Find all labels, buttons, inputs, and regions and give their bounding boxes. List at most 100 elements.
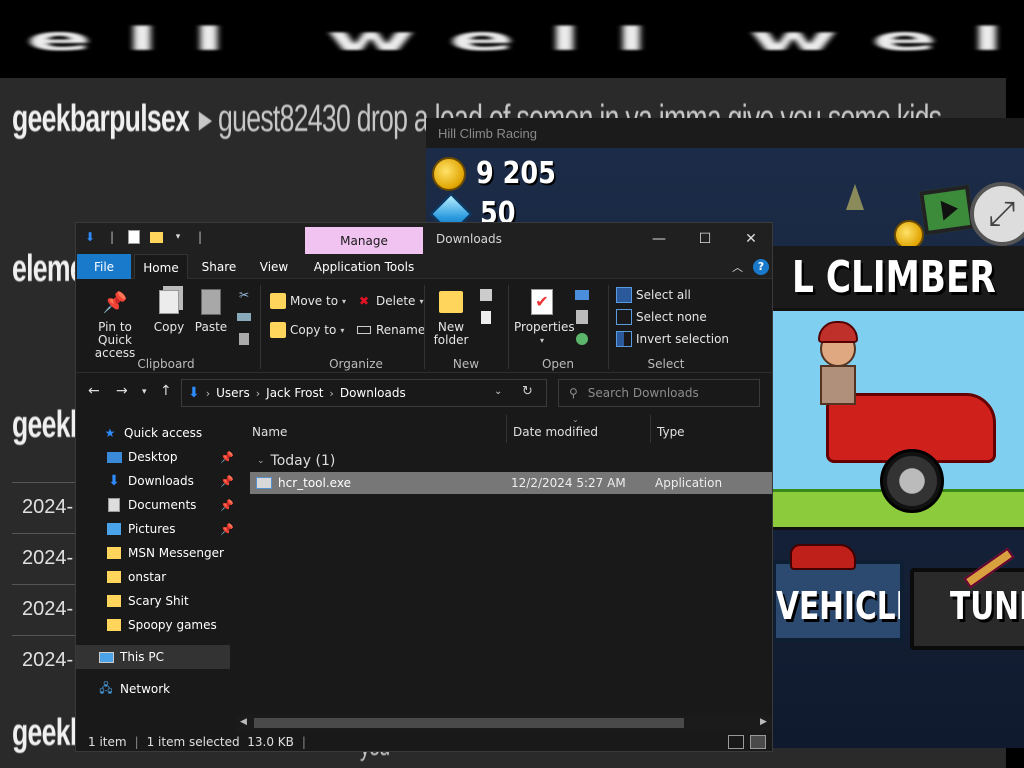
nav-item-documents[interactable]: Documents 📌 (76, 493, 236, 517)
scroll-left-icon[interactable]: ◀ (240, 717, 247, 727)
properties-button[interactable]: ✔ Properties ▾ (514, 287, 575, 347)
copy-path-icon[interactable] (236, 309, 252, 325)
nav-item-scary-shit[interactable]: Scary Shit (76, 589, 236, 613)
select-none-button[interactable]: Select none (616, 309, 707, 325)
maximize-button[interactable]: ☐ (682, 223, 728, 254)
fullscreen-button[interactable]: ⤢ (970, 182, 1024, 246)
properties-icon[interactable] (126, 229, 142, 245)
move-to-button[interactable]: Move to ▾ (270, 293, 346, 309)
nav-quick-access[interactable]: ★ Quick access (76, 421, 236, 445)
new-folder-icon[interactable] (148, 229, 164, 245)
column-type[interactable]: Type (657, 419, 685, 443)
new-folder-button[interactable]: New folder (428, 287, 474, 347)
nav-item-onstar[interactable]: onstar (76, 565, 236, 589)
pin-icon[interactable]: 📌 (220, 475, 234, 488)
pin-icon[interactable]: 📌 (220, 499, 234, 512)
invert-selection-button[interactable]: Invert selection (616, 331, 729, 347)
file-list: Name ⌄ Date modified Type ⌄ Today (1) hc… (236, 415, 772, 715)
rename-button[interactable]: Rename (356, 322, 425, 338)
open-icon[interactable] (574, 287, 590, 303)
recent-locations-icon[interactable]: ▾ (142, 387, 147, 397)
history-icon[interactable] (574, 331, 590, 347)
pin-icon[interactable]: 📌 (220, 523, 234, 536)
paste-button[interactable]: Paste (194, 287, 228, 334)
vehicle-title: L CLIMBER (792, 252, 996, 303)
vehicle-preview (772, 308, 1024, 530)
paste-shortcut-icon[interactable] (236, 331, 252, 347)
delete-button[interactable]: ✖ Delete ▾ (356, 293, 423, 309)
easy-access-icon[interactable] (478, 309, 494, 325)
forward-arrow-icon[interactable]: → (116, 383, 128, 399)
scrollbar-thumb[interactable] (254, 718, 684, 728)
address-bar[interactable]: ⬇ › Users › Jack Frost › Downloads (181, 379, 547, 407)
back-arrow-icon[interactable]: ← (88, 383, 100, 399)
nav-network[interactable]: 🖧 Network (76, 677, 236, 701)
close-button[interactable]: ✕ (728, 223, 772, 254)
large-icons-view-icon[interactable] (750, 735, 766, 749)
nav-this-pc[interactable]: This PC (76, 645, 230, 669)
tab-view[interactable]: View (252, 254, 296, 279)
chevron-down-icon[interactable]: ⌄ (494, 386, 502, 397)
video-reward-icon[interactable] (919, 184, 975, 236)
select-group-label: Select (647, 357, 685, 371)
help-icon[interactable]: ? (753, 259, 769, 275)
item-count: 1 item (88, 735, 127, 749)
coin-counter: 9 205 (432, 156, 570, 191)
horizontal-scrollbar[interactable]: ◀ ▶ (236, 715, 772, 731)
edit-icon[interactable] (574, 309, 590, 325)
nav-item-pictures[interactable]: Pictures 📌 (76, 517, 236, 541)
select-all-button[interactable]: Select all (616, 287, 691, 303)
nav-item-msn-messenger[interactable]: MSN Messenger (76, 541, 236, 565)
pictures-icon (106, 521, 122, 537)
tab-share[interactable]: Share (194, 254, 244, 279)
tab-application-tools[interactable]: Application Tools (308, 254, 420, 279)
minimize-button[interactable]: — (636, 223, 682, 254)
folder-icon (106, 569, 122, 585)
scroll-right-icon[interactable]: ▶ (760, 717, 767, 727)
nav-item-downloads[interactable]: ⬇ Downloads 📌 (76, 469, 236, 493)
new-item-icon[interactable] (478, 287, 494, 303)
up-arrow-icon[interactable]: ↑ (160, 383, 172, 399)
title-bar[interactable]: ⬇ | ▾ | Manage Downloads — ☐ ✕ (76, 223, 772, 254)
move-to-icon (270, 293, 286, 309)
open-group-label: Open (541, 357, 575, 371)
group-header[interactable]: ⌄ Today (1) (257, 453, 335, 469)
copy-to-button[interactable]: Copy to ▾ (270, 322, 344, 338)
chevron-up-icon[interactable]: ︿ (732, 259, 743, 275)
tab-manage[interactable]: Manage (305, 227, 423, 254)
nav-item-spoopy-games[interactable]: Spoopy games (76, 613, 236, 637)
pin-to-quick-access-button[interactable]: 📌 Pin to Quick access (82, 287, 148, 360)
column-date-modified[interactable]: Date modified (513, 419, 598, 443)
details-view-icon[interactable] (728, 735, 744, 749)
downloads-icon: ⬇ (108, 473, 120, 489)
quick-access-toolbar: ⬇ | ▾ | (82, 229, 208, 245)
pin-icon[interactable]: 📌 (220, 451, 234, 464)
star-icon: ★ (104, 426, 116, 440)
wheel-icon (880, 449, 944, 513)
file-name: hcr_tool.exe (278, 476, 351, 490)
copy-button[interactable]: Copy (152, 287, 186, 334)
down-arrow-icon[interactable]: ⬇ (82, 229, 98, 245)
nav-item-desktop[interactable]: Desktop 📌 (76, 445, 236, 469)
clipboard-icon (196, 287, 226, 317)
folder-icon (106, 593, 122, 609)
tab-file[interactable]: File (77, 254, 131, 279)
ribbon-tabs: File Home Share View Application Tools ︿… (76, 254, 772, 279)
breadcrumb-jack-frost[interactable]: Jack Frost (266, 386, 323, 400)
customize-toolbar-icon[interactable]: ▾ (170, 229, 186, 245)
column-name[interactable]: Name (252, 419, 287, 443)
vehicle-button[interactable]: VEHICLE (772, 560, 904, 642)
breadcrumb-users[interactable]: Users (216, 386, 250, 400)
pin-icon: 📌 (102, 289, 128, 314)
refresh-icon[interactable]: ↻ (522, 384, 533, 399)
cut-icon[interactable]: ✂ (236, 287, 252, 303)
file-explorer-window[interactable]: ⬇ | ▾ | Manage Downloads — ☐ ✕ File Home… (75, 222, 773, 752)
search-input[interactable]: ⚲ Search Downloads (558, 379, 760, 407)
table-row[interactable]: hcr_tool.exe 12/2/2024 5:27 AM Applicati… (250, 472, 772, 494)
tab-home[interactable]: Home (134, 254, 188, 279)
breadcrumb-downloads[interactable]: Downloads (340, 386, 406, 400)
coin-value: 9 205 (476, 156, 556, 191)
delete-icon: ✖ (358, 294, 370, 308)
timestamp: 2024- (12, 482, 78, 533)
folder-icon (106, 617, 122, 633)
